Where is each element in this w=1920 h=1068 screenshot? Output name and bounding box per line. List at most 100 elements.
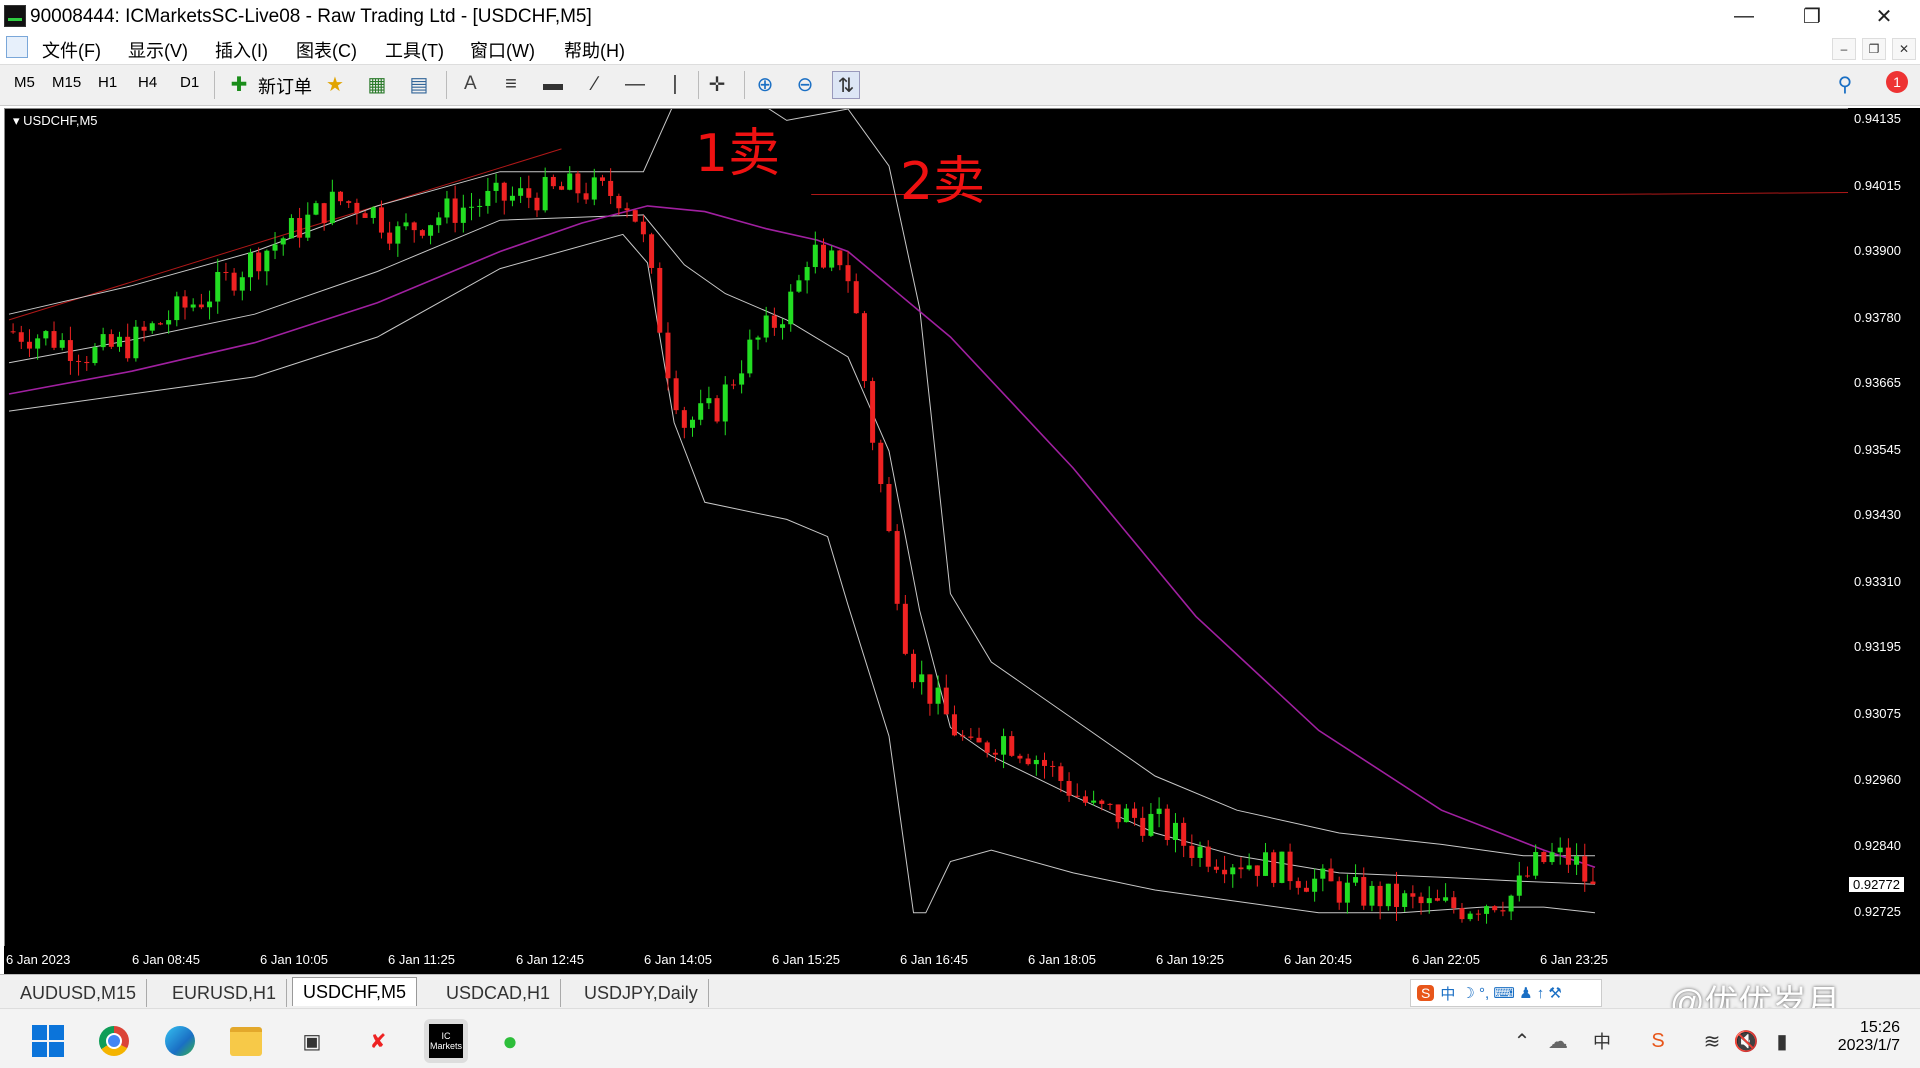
- clock-time: 15:26: [1859, 1019, 1900, 1036]
- file-explorer-icon[interactable]: [228, 1023, 264, 1059]
- candle-body: [1017, 755, 1023, 759]
- vertical-line-icon[interactable]: |: [662, 71, 688, 97]
- ime-toolbar[interactable]: S 中 ☽ °, ⌨ ♟ ↑ ⚒: [1410, 979, 1602, 1007]
- favorites-icon[interactable]: ★: [322, 71, 348, 97]
- menu-help[interactable]: 帮助(H): [564, 37, 625, 63]
- chart-window-icon[interactable]: [6, 36, 28, 58]
- ime-lang-label: 中: [1440, 985, 1456, 1003]
- candle-body: [1344, 882, 1350, 903]
- timeframe-m15[interactable]: M15: [52, 74, 81, 91]
- show-hidden-icons-chevron-icon[interactable]: ⌃: [1504, 1023, 1540, 1059]
- rectangle-icon[interactable]: ▬: [540, 71, 566, 97]
- price-label: 0.92840: [1854, 838, 1901, 853]
- candle-body: [1172, 822, 1178, 840]
- navigator-icon[interactable]: ▤: [406, 71, 432, 97]
- time-label: 6 Jan 12:45: [516, 952, 584, 967]
- menu-file[interactable]: 文件(F): [42, 37, 101, 63]
- candle-body: [387, 232, 393, 244]
- tab-usdcad-h1[interactable]: USDCAD,H1: [436, 979, 562, 1007]
- app-icon[interactable]: [4, 5, 26, 27]
- zoom-in-icon[interactable]: ⊕: [752, 71, 778, 97]
- menu-window[interactable]: 窗口(W): [470, 37, 535, 63]
- cloud-sync-icon[interactable]: ☁: [1540, 1023, 1576, 1059]
- fibonacci-icon[interactable]: ≡: [498, 71, 524, 97]
- timeframe-d1[interactable]: D1: [180, 74, 199, 91]
- trading-app-icon[interactable]: ✘: [360, 1023, 396, 1059]
- candle-body: [1246, 865, 1252, 870]
- crosshair-icon[interactable]: ✛: [704, 71, 730, 97]
- timeframe-m5[interactable]: M5: [14, 74, 35, 91]
- candle-body: [1426, 898, 1432, 904]
- candle-body: [1492, 906, 1498, 911]
- tray-lang-indicator[interactable]: 中: [1584, 1023, 1620, 1059]
- menu-view[interactable]: 显示(V): [128, 37, 188, 63]
- candle-body: [460, 207, 466, 223]
- chart-area[interactable]: ▾ USDCHF,M5 1卖 2卖: [4, 108, 1850, 948]
- screenshot-tool-icon[interactable]: ▣: [294, 1023, 330, 1059]
- time-label: 6 Jan 2023: [6, 952, 71, 967]
- candle-body: [1434, 898, 1440, 901]
- restore-button[interactable]: ❐: [1788, 0, 1836, 32]
- menu-tools[interactable]: 工具(T): [385, 37, 444, 63]
- menu-charts[interactable]: 图表(C): [296, 37, 357, 63]
- candle-body: [1475, 913, 1481, 915]
- mdi-restore-button[interactable]: ❐: [1862, 38, 1886, 60]
- toolbar-separator: [744, 71, 745, 99]
- mdi-close-button[interactable]: ✕: [1892, 38, 1916, 60]
- price-label: 0.93310: [1854, 574, 1901, 589]
- timeframe-h4[interactable]: H4: [138, 74, 157, 91]
- close-button[interactable]: ✕: [1860, 0, 1908, 32]
- candle-body: [1361, 877, 1367, 906]
- candle-body: [239, 277, 245, 291]
- trendline-icon[interactable]: ∕: [582, 71, 608, 97]
- candle-body: [788, 291, 794, 325]
- candle-body: [919, 674, 925, 683]
- chart-shift-icon[interactable]: ⇅: [832, 71, 860, 99]
- candle-body: [567, 173, 573, 190]
- candle-body: [1369, 885, 1375, 906]
- search-icon[interactable]: ⚲: [1832, 71, 1858, 97]
- market-watch-icon[interactable]: ▦: [364, 71, 390, 97]
- tab-usdjpy-daily[interactable]: USDJPY,Daily: [574, 979, 709, 1007]
- metatrader-taskbar-button[interactable]: IC Markets: [424, 1019, 468, 1063]
- menu-bar: 文件(F) 显示(V) 插入(I) 图表(C) 工具(T) 窗口(W) 帮助(H…: [0, 32, 1920, 62]
- timeframe-h1[interactable]: H1: [98, 74, 117, 91]
- bollinger-middle-band: [8, 214, 1596, 885]
- candle-body: [763, 315, 769, 338]
- new-order-icon[interactable]: ✚: [226, 71, 252, 97]
- notification-badge[interactable]: 1: [1886, 71, 1908, 93]
- icmarkets-icon: IC Markets: [429, 1024, 463, 1058]
- candle-body: [1500, 910, 1506, 912]
- sogou-icon[interactable]: S: [1640, 1023, 1676, 1059]
- tab-usdchf-m5[interactable]: USDCHF,M5: [292, 977, 418, 1006]
- minimize-button[interactable]: —: [1720, 0, 1768, 32]
- price-label: 0.93430: [1854, 507, 1901, 522]
- chrome-icon[interactable]: [96, 1023, 132, 1059]
- tab-eurusd-h1[interactable]: EURUSD,H1: [162, 979, 288, 1007]
- wechat-icon[interactable]: ●: [492, 1023, 528, 1059]
- start-button[interactable]: [30, 1023, 66, 1059]
- candle-body: [1557, 847, 1563, 853]
- menu-insert[interactable]: 插入(I): [215, 37, 268, 63]
- text-tool-button[interactable]: A: [464, 73, 477, 95]
- zoom-out-icon[interactable]: ⊖: [792, 71, 818, 97]
- candle-body: [861, 313, 867, 382]
- clock[interactable]: 15:26 2023/1/7: [1812, 1019, 1900, 1055]
- horizontal-line-icon[interactable]: —: [622, 71, 648, 97]
- new-order-button[interactable]: 新订单: [258, 73, 312, 99]
- candle-body: [690, 419, 696, 428]
- candle-body: [1189, 845, 1195, 858]
- candle-body: [280, 238, 286, 245]
- candle-body: [935, 687, 941, 704]
- wifi-icon[interactable]: ≋: [1694, 1023, 1730, 1059]
- battery-icon[interactable]: ▮: [1764, 1023, 1800, 1059]
- candle-body: [559, 186, 565, 190]
- edge-icon[interactable]: [162, 1023, 198, 1059]
- volume-muted-icon[interactable]: 🔇: [1728, 1023, 1764, 1059]
- toolbar: M5 M15 H1 H4 D1 ✚ 新订单 ★ ▦ ▤ A ≡ ▬ ∕ — | …: [0, 64, 1920, 106]
- mdi-minimize-button[interactable]: –: [1832, 38, 1856, 60]
- tab-audusd-m15[interactable]: AUDUSD,M15: [10, 979, 148, 1007]
- candle-body: [1549, 852, 1555, 863]
- ime-icons: ☽ °, ⌨ ♟ ↑ ⚒: [1461, 985, 1562, 1002]
- candle-body: [1222, 869, 1228, 875]
